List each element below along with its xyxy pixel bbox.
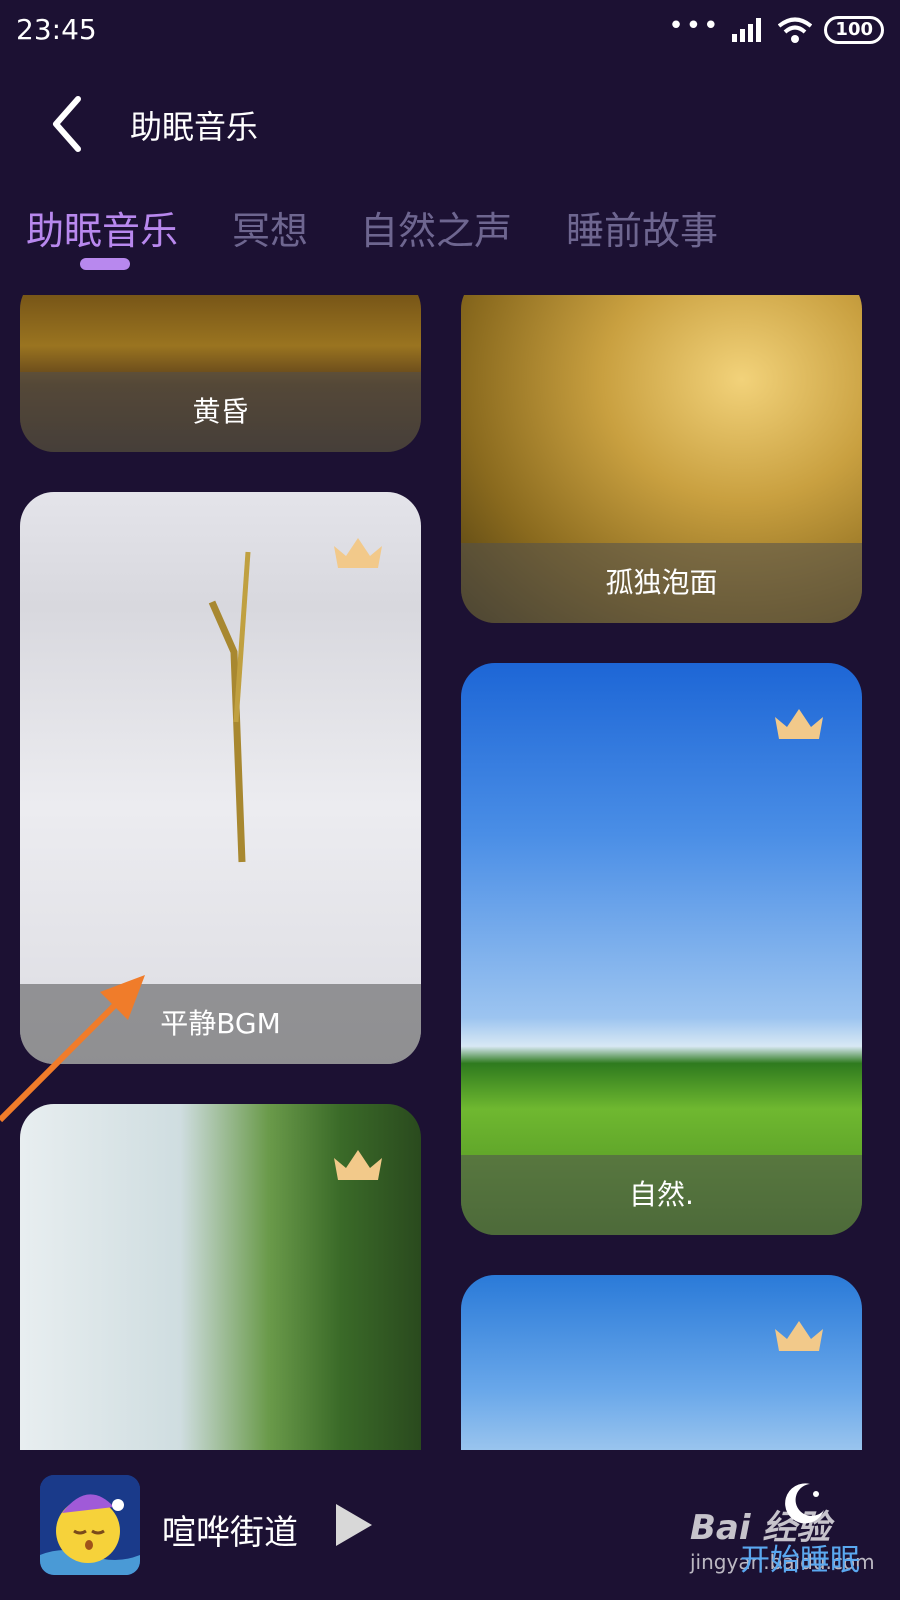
status-icons: ••• 100 <box>668 11 884 44</box>
music-card[interactable]: 自然. <box>461 663 862 1235</box>
card-image <box>461 1275 862 1450</box>
signal-icon <box>732 18 762 42</box>
tab-sleep-music[interactable]: 助眠音乐 <box>26 200 178 255</box>
track-title: 喧哗街道 <box>162 1513 298 1553</box>
wifi-icon <box>778 17 813 43</box>
category-tabs: 助眠音乐 冥想 自然之声 睡前故事 <box>0 200 900 280</box>
album-art[interactable] <box>40 1475 140 1575</box>
play-icon[interactable] <box>334 1502 374 1548</box>
tab-meditation[interactable]: 冥想 <box>232 200 308 255</box>
crown-icon <box>775 709 823 739</box>
music-grid: 黄昏 孤独泡面 平静BGM 自然. <box>0 295 900 1450</box>
crown-icon <box>775 1321 823 1351</box>
back-arrow-icon[interactable] <box>48 94 88 154</box>
more-dots-icon: ••• <box>668 11 721 41</box>
card-label: 孤独泡面 <box>461 543 862 623</box>
music-card[interactable]: 孤独泡面 <box>461 295 862 623</box>
crown-icon <box>334 538 382 568</box>
status-bar: 23:45 ••• 100 <box>0 0 900 64</box>
annotation-arrow <box>0 975 145 1123</box>
app-header: 助眠音乐 <box>0 80 900 170</box>
tab-nature-sounds[interactable]: 自然之声 <box>360 200 512 255</box>
battery-indicator: 100 <box>824 16 884 44</box>
music-card[interactable] <box>20 1104 421 1450</box>
mini-player: 喧哗街道 Bai 经验 jingyan.baidu.com 开始睡眠 <box>0 1450 900 1600</box>
status-time: 23:45 <box>16 13 97 46</box>
card-label: 黄昏 <box>20 372 421 452</box>
start-sleep-button[interactable]: 开始睡眠 <box>740 1535 860 1579</box>
crown-icon <box>334 1150 382 1180</box>
tab-bedtime-stories[interactable]: 睡前故事 <box>566 200 718 255</box>
sleepy-moon-avatar-icon <box>40 1475 140 1575</box>
page-title: 助眠音乐 <box>130 108 259 146</box>
music-card[interactable]: 黄昏 <box>20 295 421 452</box>
active-tab-indicator <box>80 258 130 270</box>
card-image <box>461 663 862 1235</box>
music-card[interactable] <box>461 1275 862 1450</box>
card-label: 自然. <box>461 1155 862 1235</box>
